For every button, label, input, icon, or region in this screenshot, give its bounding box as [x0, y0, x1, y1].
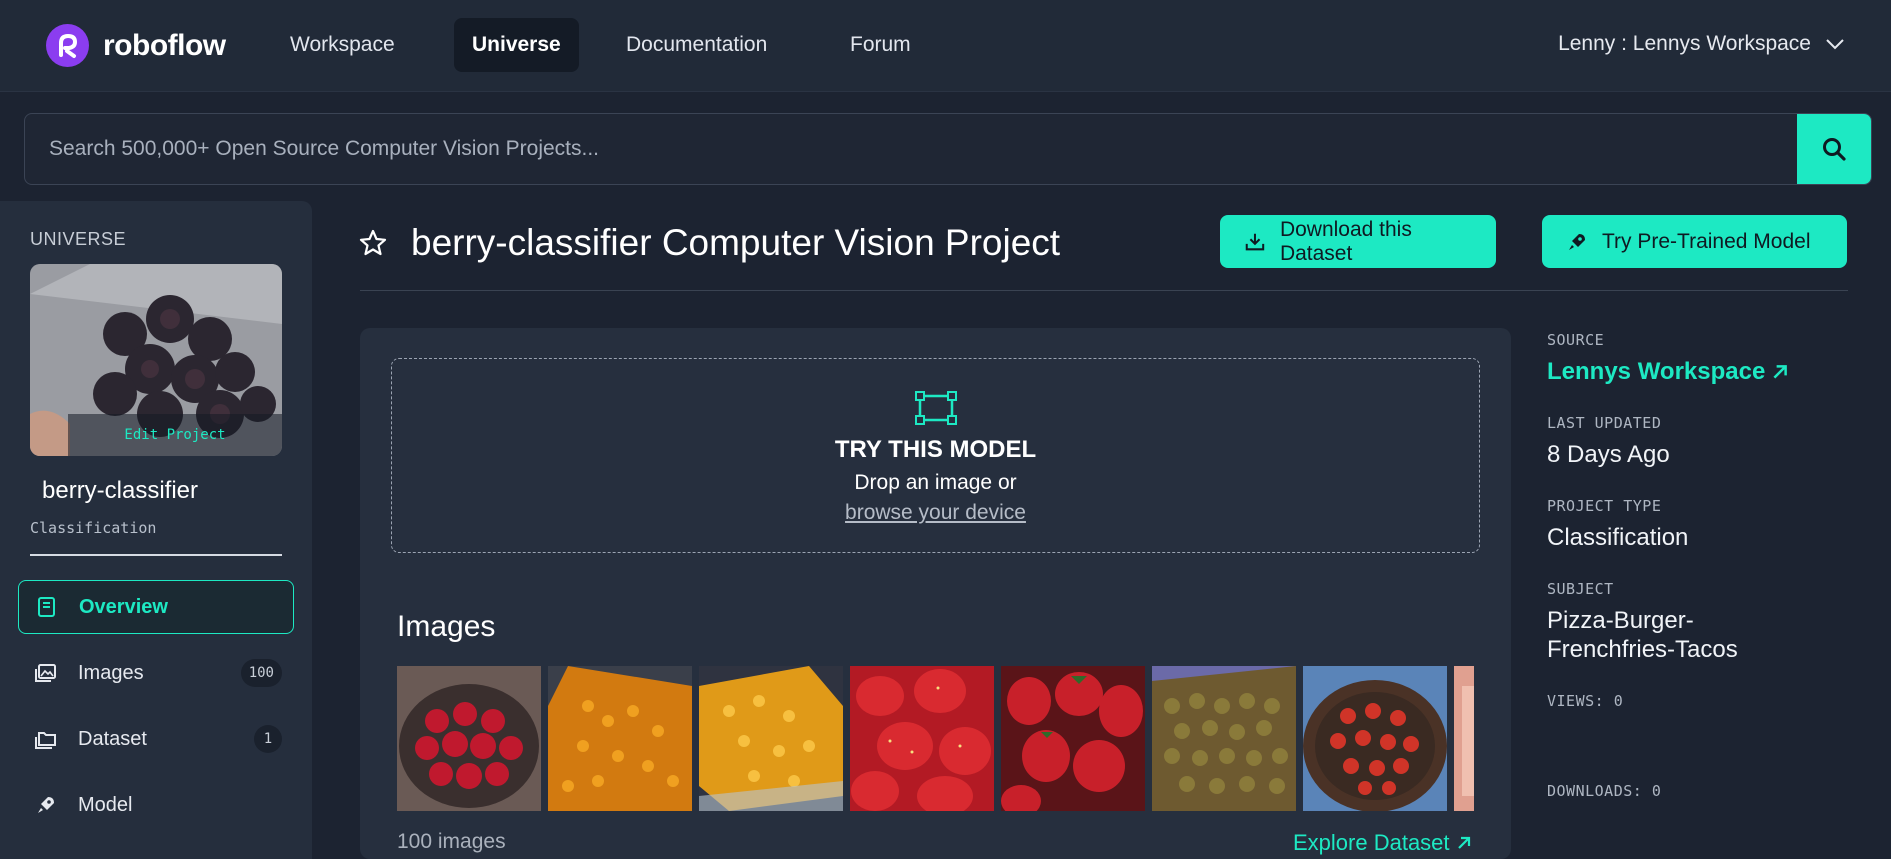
sidebar-item-label: Overview	[79, 595, 168, 618]
try-pretrained-model-button[interactable]: Try Pre-Trained Model	[1542, 215, 1847, 268]
search-button[interactable]	[1797, 114, 1871, 184]
browse-device-link[interactable]: browse your device	[392, 501, 1479, 525]
roboflow-logo[interactable]: roboflow	[46, 24, 226, 67]
explore-dataset-label: Explore Dataset	[1293, 830, 1450, 855]
last-updated-label: LAST UPDATED	[1547, 414, 1662, 432]
images-count-text: 100 images	[397, 830, 506, 853]
sidebar-item-label: Model	[78, 793, 133, 816]
nav-forum[interactable]: Forum	[832, 18, 929, 72]
images-heading: Images	[397, 610, 496, 643]
chevron-down-icon	[1826, 39, 1844, 50]
project-type-value: Classification	[1547, 524, 1689, 551]
image-thumbnail[interactable]	[1303, 666, 1447, 811]
nav-documentation[interactable]: Documentation	[608, 18, 785, 72]
image-thumbnail-strip	[397, 666, 1474, 811]
explore-dataset-link[interactable]: Explore Dataset	[1293, 830, 1472, 856]
user-workspace-menu[interactable]: Lenny : Lennys Workspace	[1558, 32, 1845, 56]
image-thumbnail[interactable]	[1001, 666, 1145, 811]
edit-project-button[interactable]: Edit Project	[68, 414, 282, 456]
downloads-count: DOWNLOADS: 0	[1547, 782, 1662, 800]
roboflow-logo-icon	[46, 24, 89, 67]
sidebar-item-model[interactable]: Model	[18, 778, 294, 832]
last-updated-value: 8 Days Ago	[1547, 441, 1670, 468]
download-label: Download this Dataset	[1279, 217, 1412, 265]
sidebar-item-dataset[interactable]: Dataset 1	[18, 712, 294, 766]
arrow-up-right-icon	[1773, 365, 1788, 379]
star-icon[interactable]	[358, 228, 388, 263]
search-icon	[1823, 138, 1846, 161]
sidebar-item-images[interactable]: Images 100	[18, 646, 294, 700]
source-link[interactable]: Lennys Workspace	[1547, 358, 1789, 386]
image-thumbnail[interactable]	[548, 666, 692, 811]
dropzone-instruction: Drop an image or	[854, 471, 1017, 494]
subject-value-line2: Frenchfries-Tacos	[1547, 636, 1738, 663]
project-name: berry-classifier	[42, 477, 199, 504]
nav-workspace[interactable]: Workspace	[272, 18, 413, 72]
user-workspace-label: Lenny : Lennys Workspace	[1558, 32, 1811, 55]
sidebar-section-label: UNIVERSE	[30, 229, 127, 249]
image-thumbnail[interactable]	[850, 666, 994, 811]
arrow-up-right-icon	[1457, 836, 1470, 849]
nav-universe[interactable]: Universe	[454, 18, 579, 72]
image-thumbnail[interactable]	[397, 666, 541, 811]
image-thumbnail[interactable]	[699, 666, 843, 811]
images-icon	[34, 661, 58, 685]
search-input[interactable]	[25, 114, 1797, 184]
try-model-heading: TRY THIS MODEL	[834, 436, 1037, 463]
image-thumbnail[interactable]	[1152, 666, 1296, 811]
source-label: SOURCE	[1547, 331, 1605, 349]
sidebar-item-label: Dataset	[78, 727, 147, 750]
page-title: berry-classifier Computer Vision Project	[411, 222, 1061, 263]
sidebar-item-overview[interactable]: Overview	[18, 580, 294, 634]
image-thumbnail[interactable]	[1454, 666, 1474, 811]
image-dropzone[interactable]: TRY THIS MODEL Drop an image or browse y…	[391, 358, 1480, 553]
try-model-label: Try Pre-Trained Model	[1602, 229, 1811, 253]
brand-name: roboflow	[103, 28, 226, 62]
download-dataset-button[interactable]: Download this Dataset	[1220, 215, 1496, 268]
rocket-icon	[34, 793, 58, 817]
sidebar-item-label: Images	[78, 661, 144, 684]
project-type: Classification	[30, 519, 157, 537]
project-type-label: PROJECT TYPE	[1547, 497, 1662, 515]
rocket-icon	[1569, 233, 1585, 250]
subject-label: SUBJECT	[1547, 580, 1614, 598]
subject-value-line1: Pizza-Burger-	[1547, 607, 1694, 634]
top-navigation-bar: roboflow Workspace Universe Documentatio…	[0, 0, 1891, 92]
folders-icon	[34, 727, 58, 751]
search-bar	[24, 113, 1872, 185]
header-divider	[360, 290, 1848, 291]
images-count-badge: 100	[240, 659, 282, 687]
book-icon	[35, 595, 59, 619]
source-value: Lennys Workspace	[1547, 358, 1766, 385]
bounding-box-icon	[915, 391, 957, 425]
views-count: VIEWS: 0	[1547, 692, 1624, 710]
download-icon	[1245, 233, 1265, 250]
sidebar-divider	[30, 554, 282, 556]
project-thumbnail[interactable]: Edit Project	[30, 264, 282, 456]
dataset-count-badge: 1	[254, 725, 282, 753]
